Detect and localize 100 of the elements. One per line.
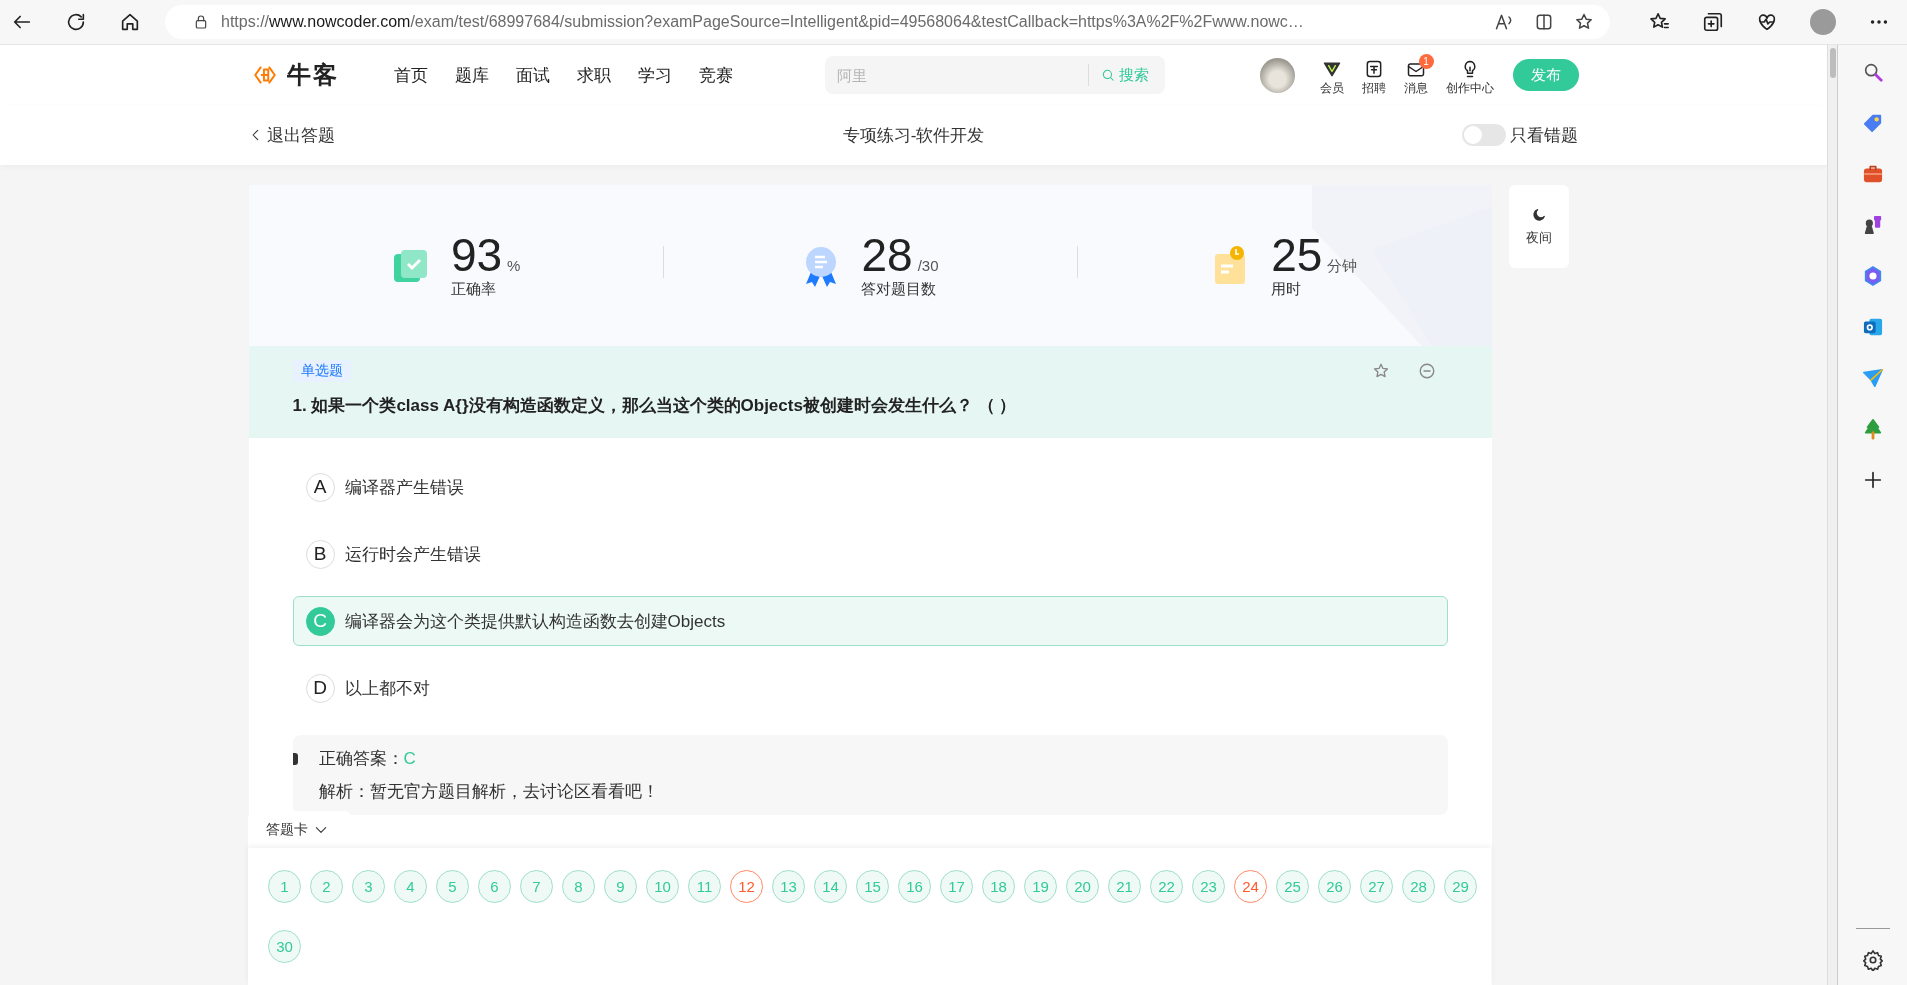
bullet-mark: [292, 752, 298, 765]
search-field[interactable]: 阿里 搜索: [824, 56, 1165, 94]
question-text: 1. 如果一个类class A{}没有构造函数定义，那么当这个类的Objects被创建时会发生什么？ （ ）: [292, 395, 1018, 417]
publish-button[interactable]: 发布: [1512, 59, 1579, 91]
heart-pulse-icon[interactable]: [1756, 11, 1778, 33]
stat-unit: 分钟: [1327, 257, 1358, 276]
option-letter: A: [305, 472, 335, 502]
question-number[interactable]: 21: [1108, 870, 1141, 903]
briefcase-icon[interactable]: [1861, 163, 1884, 185]
answer-option[interactable]: A 编译器产生错误: [292, 462, 1448, 512]
question-number[interactable]: 4: [394, 870, 427, 903]
notification-badge: 1: [1418, 53, 1434, 69]
stat-label: 用时: [1271, 280, 1303, 299]
profile-avatar[interactable]: [1810, 9, 1836, 35]
minus-circle-icon[interactable]: [1417, 362, 1436, 380]
question-number[interactable]: 11: [688, 870, 721, 903]
stat-value: 25: [1271, 232, 1323, 278]
option-text: 以上都不对: [344, 677, 430, 700]
user-avatar[interactable]: [1259, 57, 1295, 93]
header-tool[interactable]: 会员: [1313, 53, 1350, 97]
stat-unit: %: [507, 257, 521, 274]
stat-value: 28: [861, 232, 913, 278]
question-number[interactable]: 17: [940, 870, 973, 903]
address-bar[interactable]: https://www.nowcoder.com/exam/test/68997684/submission?examPageSource=Intelligent&pid=49568064&testCallback=https%3A%2F%2Fwww.nowc…: [165, 5, 1610, 39]
answer-card-tab[interactable]: 答题卡: [248, 811, 352, 848]
question-number[interactable]: 14: [814, 870, 847, 903]
question-number[interactable]: 25: [1276, 870, 1309, 903]
explanation-text: 解析：暂无官方题目解析，去讨论区看看吧！: [318, 781, 659, 803]
home-icon[interactable]: [119, 11, 141, 33]
question-number[interactable]: 10: [646, 870, 679, 903]
settings-icon[interactable]: [1861, 949, 1884, 971]
question-number[interactable]: 27: [1360, 870, 1393, 903]
question-number[interactable]: 9: [604, 870, 637, 903]
nav-link[interactable]: 学习: [637, 63, 672, 87]
search-icon: [1100, 68, 1115, 82]
url-text: https://www.nowcoder.com/exam/test/68997684/submission?examPageSource=Intelligent&pid=49568064&testCallback=https%3A%2F%2Fwww.nowc…: [221, 13, 1305, 31]
option-text: 编译器会为这个类提供默认构造函数去创建Objects: [344, 610, 726, 633]
collections-icon[interactable]: [1702, 11, 1724, 33]
stat-value: 93: [450, 232, 503, 278]
answer-option[interactable]: C 编译器会为这个类提供默认构造函数去创建Objects: [292, 596, 1448, 646]
lock-icon: [193, 14, 209, 30]
star-icon[interactable]: [1371, 362, 1390, 380]
question-number[interactable]: 19: [1024, 870, 1057, 903]
answer-value: C: [403, 748, 416, 769]
paper-plane-icon[interactable]: [1861, 367, 1884, 389]
question-number[interactable]: 13: [772, 870, 805, 903]
nav-link[interactable]: 首页: [393, 63, 428, 87]
answer-option[interactable]: B 运行时会产生错误: [292, 529, 1448, 579]
toggle-label: 只看错题: [1510, 124, 1579, 147]
nav-link[interactable]: 面试: [515, 63, 550, 87]
scrollbar-thumb[interactable]: [1829, 48, 1836, 78]
question-number[interactable]: 5: [436, 870, 469, 903]
question-number[interactable]: 8: [562, 870, 595, 903]
question-number[interactable]: 15: [856, 870, 889, 903]
question-number[interactable]: 22: [1150, 870, 1183, 903]
option-text: 运行时会产生错误: [344, 543, 481, 566]
nav-link[interactable]: 竞赛: [698, 63, 733, 87]
question-number[interactable]: 1: [268, 870, 301, 903]
logo-text[interactable]: 牛客: [286, 59, 339, 91]
question-number[interactable]: 7: [520, 870, 553, 903]
question-number[interactable]: 24: [1234, 870, 1267, 903]
search-button[interactable]: 搜索: [1087, 64, 1165, 86]
option-letter: C: [305, 606, 335, 636]
header-tool[interactable]: 招聘: [1355, 53, 1392, 97]
split-screen-icon[interactable]: [1534, 12, 1554, 32]
option-text: 编译器产生错误: [344, 476, 464, 499]
add-favorite-icon[interactable]: [1574, 12, 1594, 32]
mail-app-icon[interactable]: [1861, 316, 1884, 338]
question-number[interactable]: 3: [352, 870, 385, 903]
tag-icon[interactable]: [1861, 112, 1884, 134]
option-letter: D: [305, 673, 335, 703]
toggle-switch[interactable]: [1462, 124, 1507, 146]
header-tool[interactable]: 创作中心: [1439, 53, 1500, 97]
stat-label: 答对题目数: [861, 280, 938, 299]
question-number[interactable]: 28: [1402, 870, 1435, 903]
read-aloud-icon[interactable]: [1494, 12, 1514, 32]
question-number[interactable]: 18: [982, 870, 1015, 903]
nav-link[interactable]: 题库: [454, 63, 489, 87]
question-type-tag: 单选题: [292, 360, 351, 382]
answer-option[interactable]: D 以上都不对: [292, 663, 1448, 713]
question-number[interactable]: 29: [1444, 870, 1477, 903]
question-number[interactable]: 26: [1318, 870, 1351, 903]
refresh-icon[interactable]: [65, 11, 87, 33]
header-tool[interactable]: 消息 1: [1397, 53, 1434, 97]
question-number[interactable]: 23: [1192, 870, 1225, 903]
stat-label: 正确率: [450, 280, 497, 299]
question-number[interactable]: 30: [268, 930, 301, 963]
question-number[interactable]: 20: [1066, 870, 1099, 903]
question-number[interactable]: 16: [898, 870, 931, 903]
night-mode-button[interactable]: 夜间: [1508, 185, 1569, 268]
scrollbar[interactable]: [1827, 45, 1837, 985]
question-number[interactable]: 12: [730, 870, 763, 903]
question-number[interactable]: 6: [478, 870, 511, 903]
question-number[interactable]: 2: [310, 870, 343, 903]
page-title: 专项练习-软件开发: [842, 124, 985, 147]
stat-unit: /30: [917, 257, 939, 274]
nav-link[interactable]: 求职: [576, 63, 611, 87]
option-letter: B: [305, 539, 335, 569]
moon-icon: [1530, 206, 1547, 223]
exit-link[interactable]: 退出答题: [248, 123, 509, 147]
